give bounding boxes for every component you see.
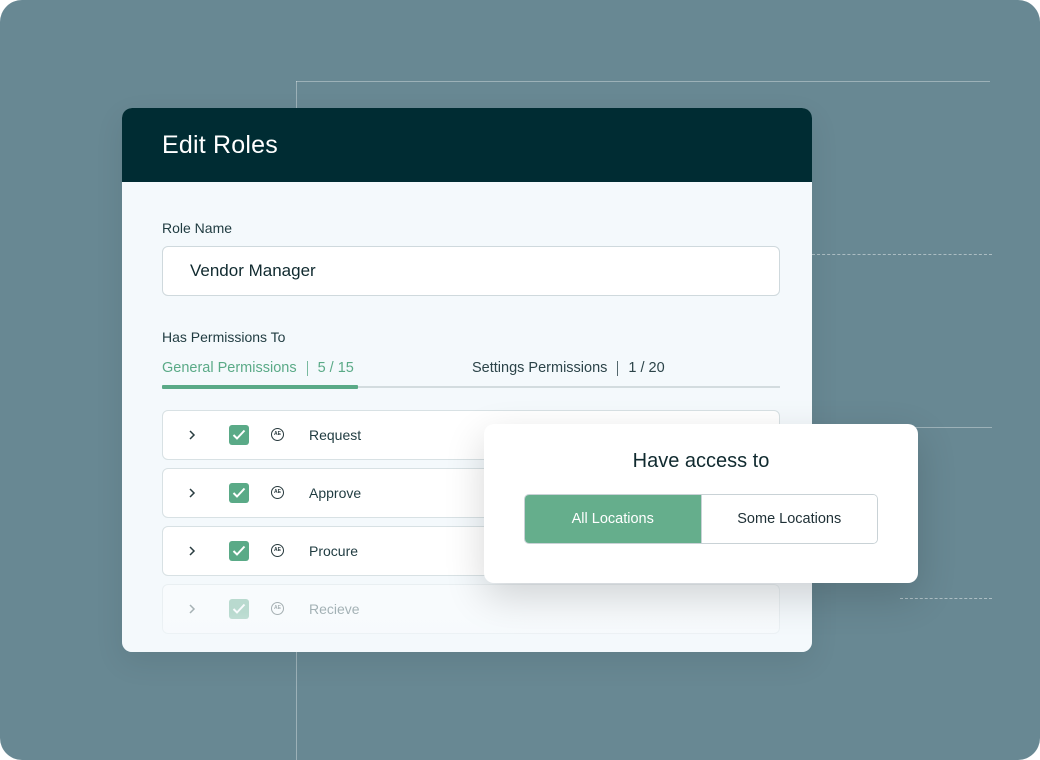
permission-label: Procure (309, 543, 359, 559)
modal-title: Edit Roles (162, 130, 278, 159)
decorative-dashed-line (812, 254, 992, 255)
permission-label: Request (309, 427, 362, 443)
role-name-value: Vendor Manager (190, 261, 316, 280)
decorative-dashed-line (900, 598, 992, 599)
background-canvas: Edit Roles Role Name Vendor Manager Has … (0, 0, 1040, 760)
checkbox-checked[interactable] (229, 541, 249, 561)
checkbox-checked[interactable] (229, 425, 249, 445)
role-name-label: Role Name (162, 220, 233, 236)
tab-settings-permissions[interactable]: Settings Permissions 1 / 20 (472, 360, 665, 376)
permissions-label: Has Permissions To (162, 329, 286, 345)
active-tab-indicator (162, 385, 358, 389)
tab-divider (306, 360, 308, 376)
circle-badge-icon: AE (271, 486, 284, 499)
location-segmented-control: All Locations Some Locations (524, 494, 878, 544)
tab-count: 1 / 20 (628, 360, 665, 376)
list-fade-overlay (122, 612, 812, 652)
tab-count: 5 / 15 (317, 360, 354, 376)
tab-label: General Permissions (162, 360, 297, 376)
modal-header: Edit Roles (122, 108, 812, 182)
chevron-right-icon[interactable] (185, 428, 199, 442)
chevron-right-icon[interactable] (185, 486, 199, 500)
decorative-line (296, 81, 990, 82)
role-name-input[interactable]: Vendor Manager (162, 246, 780, 296)
some-locations-button[interactable]: Some Locations (700, 495, 877, 543)
tab-label: Settings Permissions (472, 360, 608, 376)
permission-tabs: General Permissions 5 / 15 Settings Perm… (162, 356, 780, 389)
all-locations-button[interactable]: All Locations (525, 495, 701, 543)
permission-label: Approve (309, 485, 362, 501)
circle-badge-icon: AE (271, 428, 284, 441)
circle-badge-icon: AE (271, 544, 284, 557)
chevron-right-icon[interactable] (185, 544, 199, 558)
tab-divider (617, 360, 619, 376)
tab-general-permissions[interactable]: General Permissions 5 / 15 (162, 360, 354, 376)
access-popup: Have access to All Locations Some Locati… (484, 424, 918, 583)
checkbox-checked[interactable] (229, 483, 249, 503)
popup-title: Have access to (632, 450, 770, 472)
